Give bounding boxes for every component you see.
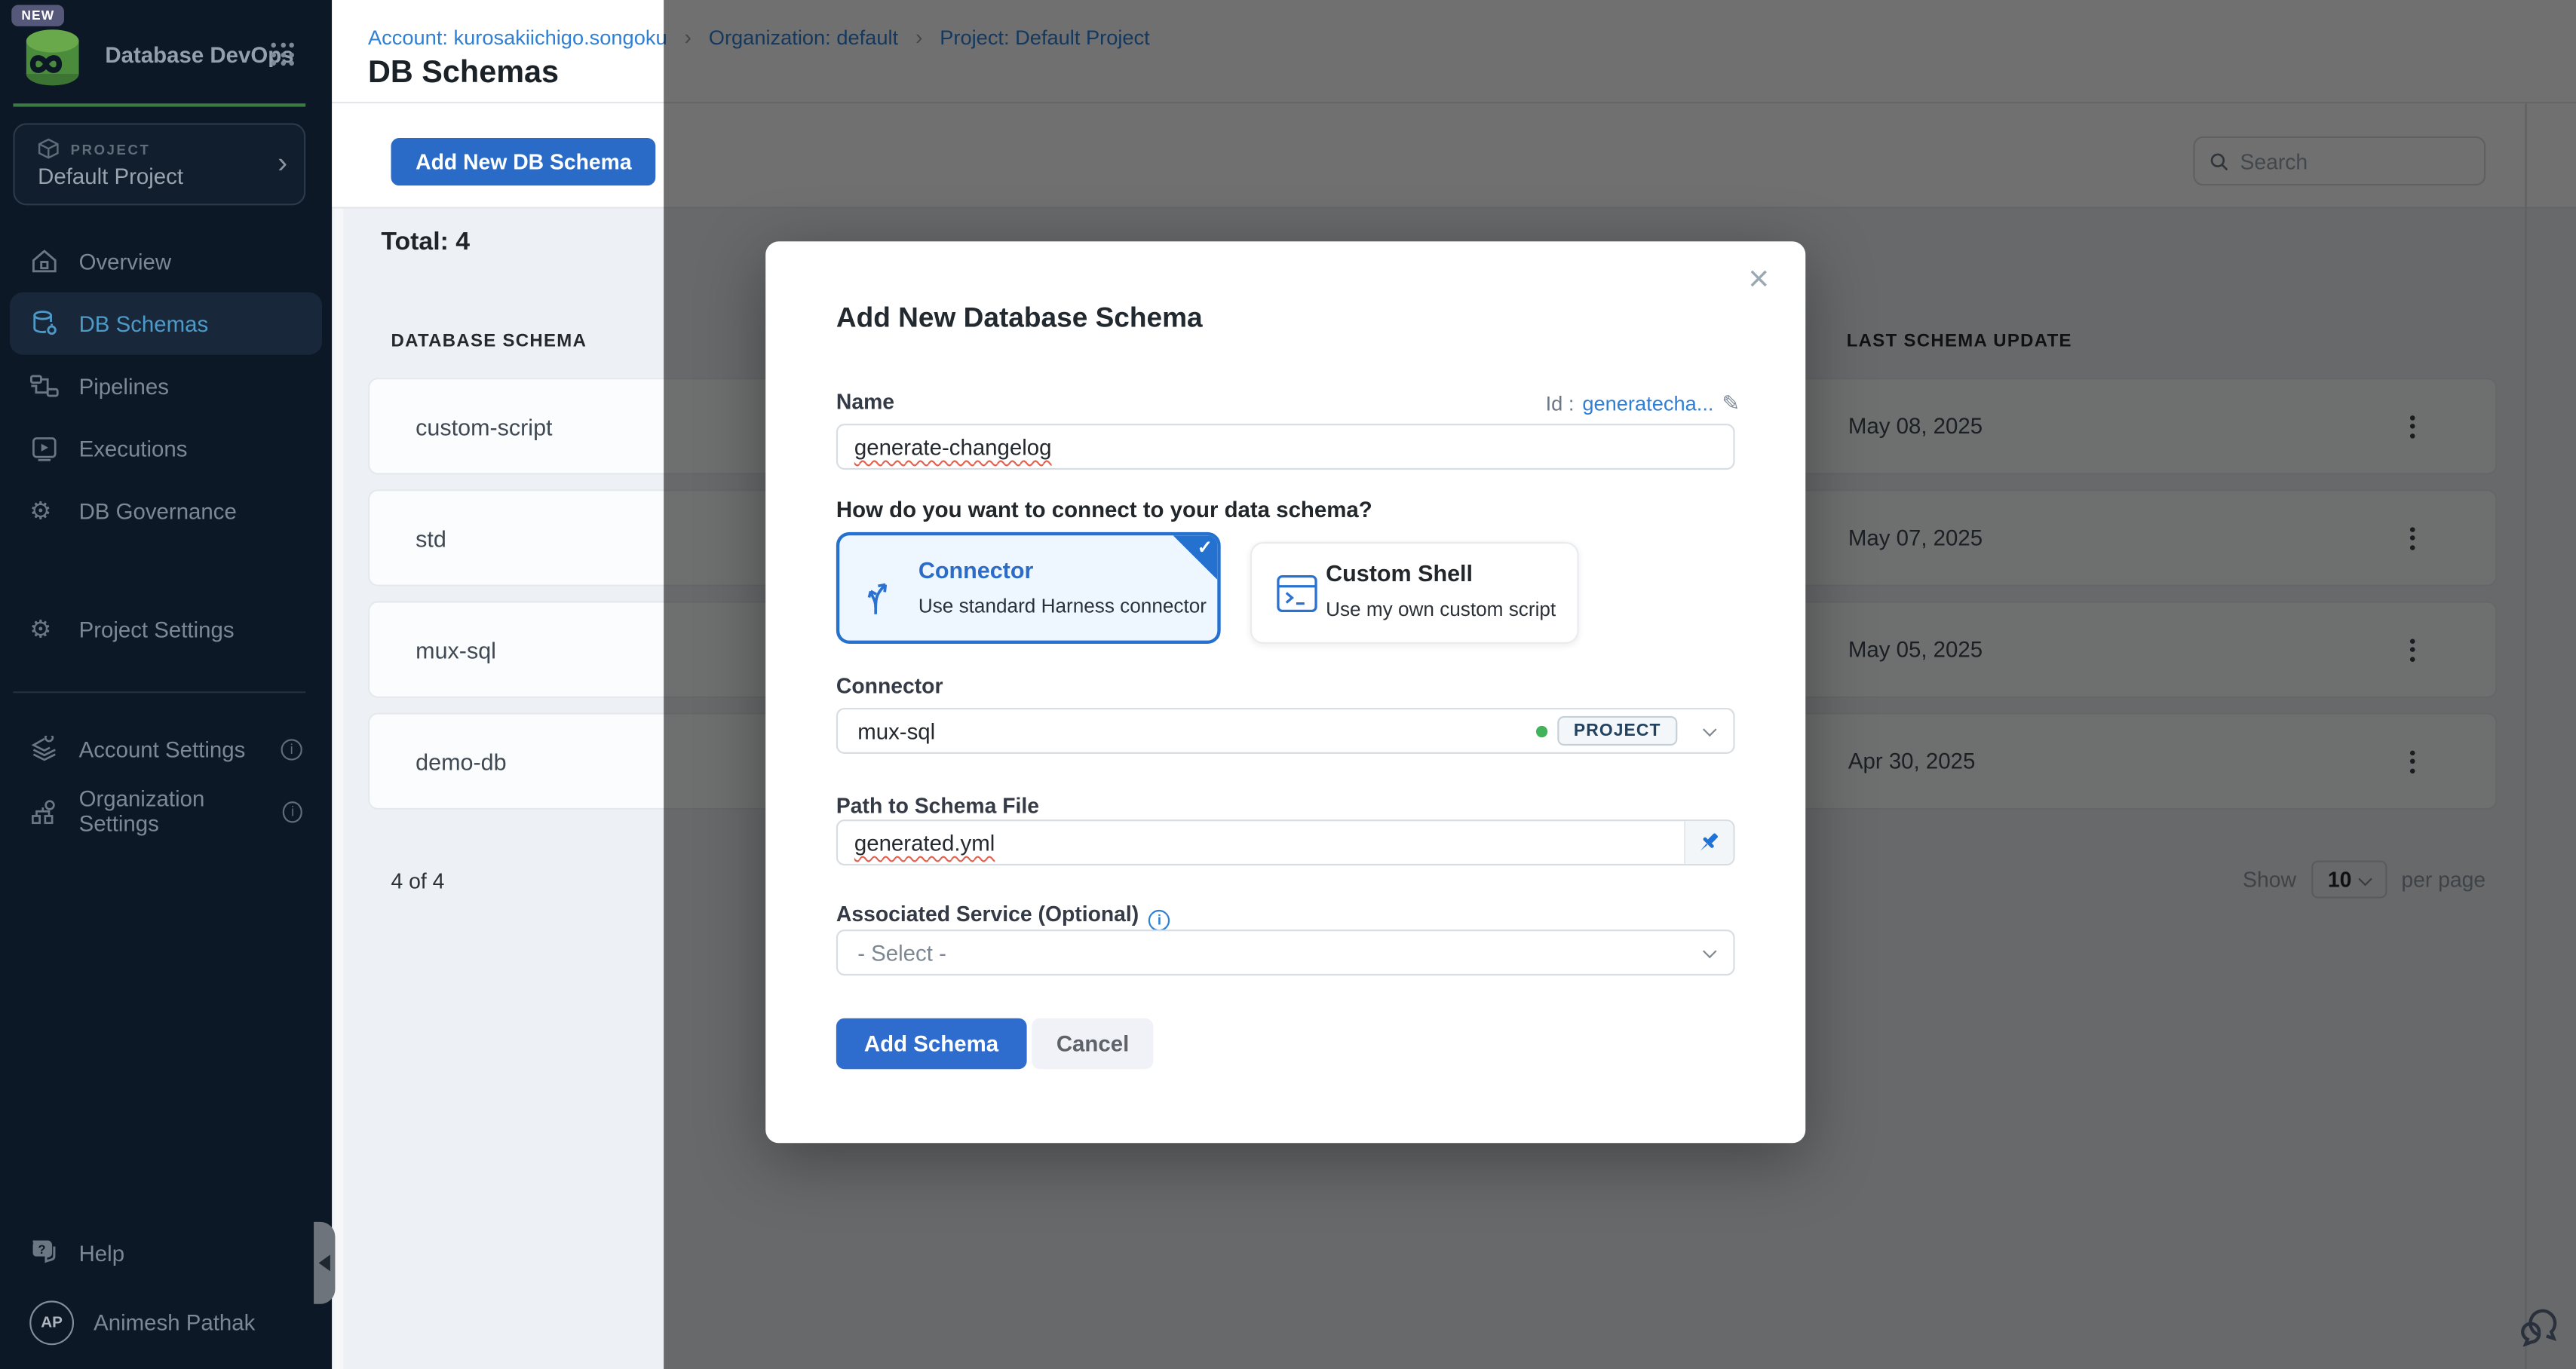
status-dot	[1536, 725, 1547, 737]
schema-name: custom-script	[416, 413, 552, 439]
connector-label: Connector	[836, 673, 943, 698]
gear-icon: ⚙	[29, 498, 59, 523]
cube-icon	[38, 138, 59, 159]
help-chat-icon: ?	[29, 1239, 59, 1268]
sidebar-item-pipelines[interactable]: Pipelines	[10, 355, 322, 418]
pushpin-icon	[1697, 830, 1722, 855]
secondary-nav: Account Settings i Organization Settings…	[10, 718, 322, 843]
id-value-link[interactable]: generatecha...	[1582, 393, 1713, 416]
chevron-right-icon: ›	[278, 146, 287, 181]
user-menu[interactable]: AP Animesh Pathak	[10, 1291, 322, 1353]
db-schema-icon	[29, 309, 59, 338]
project-selector[interactable]: PROJECT Default Project ›	[13, 123, 305, 205]
schema-name-input[interactable]: generate-changelog	[836, 424, 1735, 470]
home-icon	[29, 247, 59, 275]
user-name: Animesh Pathak	[94, 1309, 255, 1334]
pin-button[interactable]	[1684, 821, 1733, 864]
user-section: AP Animesh Pathak	[10, 1291, 322, 1353]
collapse-arrow-icon	[319, 1254, 330, 1271]
project-kicker: PROJECT	[71, 141, 151, 158]
sidebar-item-executions[interactable]: Executions	[10, 417, 322, 479]
service-select[interactable]: - Select -	[836, 930, 1735, 975]
scope-badge: PROJECT	[1557, 716, 1677, 746]
connect-question: How do you want to connect to your data …	[836, 498, 1372, 522]
sidebar-divider	[13, 691, 305, 693]
sidebar: NEW Database DevOps PROJECT Default Proj…	[0, 0, 332, 1369]
avatar: AP	[29, 1300, 74, 1344]
terminal-icon	[1275, 571, 1320, 616]
option-subtitle: Use standard Harness connector	[918, 595, 1207, 618]
pagination-range: 4 of 4	[391, 868, 444, 893]
sidebar-item-project-settings[interactable]: ⚙ Project Settings	[10, 598, 322, 660]
gear-icon: ⚙	[29, 617, 59, 642]
cancel-button[interactable]: Cancel	[1032, 1018, 1154, 1070]
option-card-custom-shell[interactable]: Custom Shell Use my own custom script	[1250, 542, 1579, 644]
new-badge: NEW	[11, 5, 64, 26]
close-icon[interactable]: ×	[1748, 261, 1769, 297]
sidebar-item-db-governance[interactable]: ⚙ DB Governance	[10, 479, 322, 542]
connector-select[interactable]: mux-sql PROJECT	[836, 708, 1735, 754]
check-icon: ✓	[1198, 537, 1213, 558]
schema-name: mux-sql	[416, 636, 496, 663]
schema-name: demo-db	[416, 748, 506, 774]
column-header-database-schema: DATABASE SCHEMA	[391, 332, 587, 351]
service-label: Associated Service (Optional)i	[836, 902, 1170, 930]
sidebar-item-organization-settings[interactable]: Organization Settings i	[10, 780, 322, 843]
name-label: Name	[836, 389, 894, 414]
connector-branch-icon	[864, 571, 907, 617]
option-subtitle: Use my own custom script	[1326, 598, 1556, 620]
brand-divider	[13, 103, 305, 106]
option-card-connector[interactable]: ✓ Connector Use standard Harness connect…	[836, 532, 1221, 644]
page-title: DB Schemas	[368, 56, 559, 92]
info-icon[interactable]: i	[1148, 909, 1170, 930]
add-schema-button[interactable]: Add Schema	[836, 1018, 1026, 1070]
add-new-db-schema-button[interactable]: Add New DB Schema	[391, 138, 656, 185]
breadcrumb-account-link[interactable]: Account: kurosakiichigo.songoku	[368, 26, 667, 49]
sidebar-item-db-schemas[interactable]: DB Schemas	[10, 292, 322, 355]
path-input[interactable]: generated.yml	[836, 819, 1735, 865]
path-label: Path to Schema File	[836, 793, 1039, 818]
modal-title: Add New Database Schema	[836, 302, 1203, 335]
connector-value: mux-sql	[857, 718, 935, 743]
sidebar-collapse-handle[interactable]	[314, 1222, 335, 1304]
app-title: Database DevOps	[105, 43, 293, 68]
sidebar-item-overview[interactable]: Overview	[10, 230, 322, 292]
executions-icon	[29, 434, 59, 462]
layers-icon	[29, 735, 59, 763]
id-prefix: Id :	[1546, 393, 1575, 416]
sidebar-item-account-settings[interactable]: Account Settings i	[10, 718, 322, 780]
help-button[interactable]: ? Help	[10, 1222, 322, 1285]
edit-pencil-icon[interactable]: ✎	[1722, 390, 1740, 417]
option-title: Connector	[918, 557, 1033, 583]
org-chart-icon	[29, 798, 59, 825]
svg-text:?: ?	[38, 1243, 46, 1257]
entity-id-row: Id : generatecha... ✎	[1546, 390, 1740, 417]
project-name: Default Project	[38, 164, 183, 189]
chevron-down-icon	[1703, 945, 1716, 958]
info-icon[interactable]: i	[284, 801, 302, 822]
app-switcher-grid-icon[interactable]	[271, 43, 296, 68]
info-icon[interactable]: i	[281, 738, 302, 759]
option-title: Custom Shell	[1326, 560, 1473, 586]
service-placeholder: - Select -	[857, 940, 946, 965]
total-count: Total: 4	[381, 228, 470, 258]
pipelines-icon	[29, 371, 59, 400]
chevron-down-icon	[1703, 723, 1716, 737]
help-section: ? Help	[10, 1222, 322, 1285]
database-devops-logo-icon	[17, 21, 89, 93]
add-schema-modal: × Add New Database Schema Name Id : gene…	[765, 241, 1805, 1143]
scrollbar[interactable]	[333, 103, 343, 1369]
app-root: NEW Database DevOps PROJECT Default Proj…	[0, 0, 2576, 1369]
primary-nav: Overview DB Schemas Pipelines	[10, 230, 322, 660]
schema-name: std	[416, 525, 446, 551]
